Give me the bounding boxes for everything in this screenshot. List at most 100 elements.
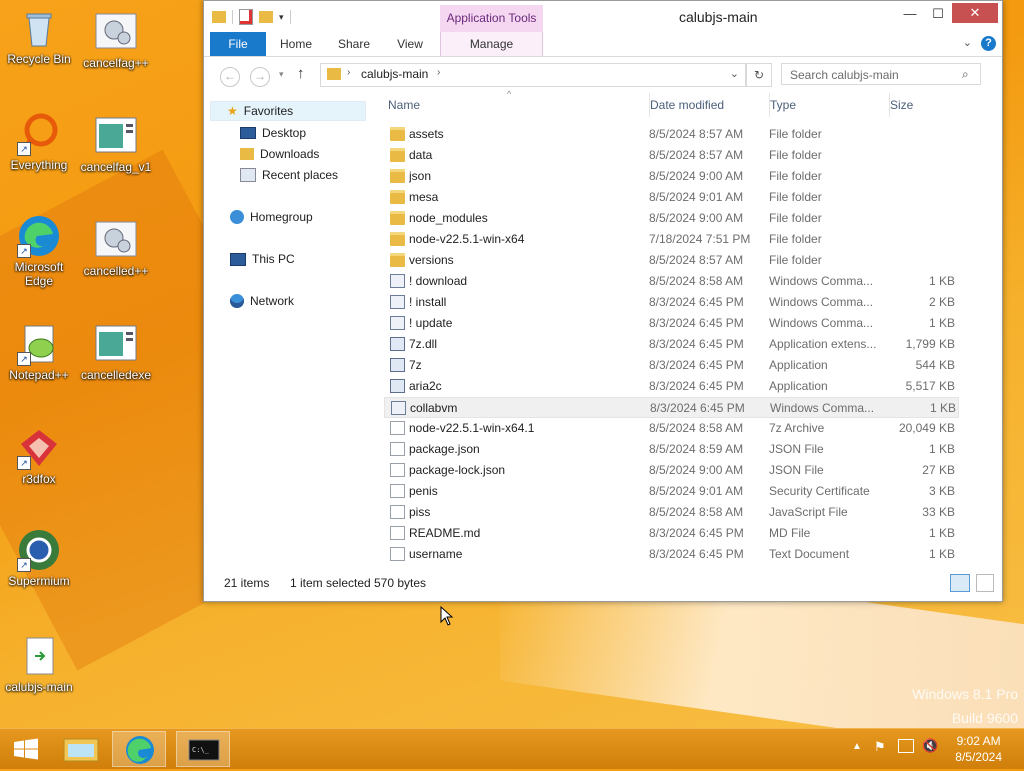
- cmd-icon: [390, 295, 405, 309]
- up-button[interactable]: ↑: [297, 65, 305, 82]
- chevron-down-icon[interactable]: ⌄: [730, 67, 739, 80]
- refresh-button[interactable]: ↻: [746, 63, 772, 87]
- desktop-icon-cancelledexe[interactable]: cancelledexe: [78, 322, 154, 382]
- expand-ribbon-icon[interactable]: ⌄: [963, 36, 972, 49]
- table-row[interactable]: ! download 8/5/2024 8:58 AM Windows Comma.…: [384, 271, 959, 292]
- desktop-icon-everything[interactable]: ↗ Everything: [1, 112, 77, 172]
- system-clock[interactable]: 9:02 AM 8/5/2024: [955, 733, 1002, 765]
- cmd-icon: [390, 274, 405, 288]
- start-button[interactable]: [0, 731, 54, 767]
- command-prompt-icon: C:\_: [188, 739, 220, 761]
- tab-file[interactable]: File: [210, 32, 266, 56]
- file-name: package-lock.json: [409, 463, 506, 477]
- tab-manage[interactable]: Manage: [440, 32, 543, 56]
- table-row[interactable]: versions 8/5/2024 8:57 AM File folder: [384, 250, 959, 271]
- table-row[interactable]: README.md 8/3/2024 6:45 PM MD File 1 KB: [384, 523, 959, 544]
- table-row[interactable]: ! update 8/3/2024 6:45 PM Windows Comma...…: [384, 313, 959, 334]
- file-name: mesa: [409, 190, 439, 204]
- desktop-icon-cancelfag-plus[interactable]: cancelfag++: [78, 10, 154, 70]
- nav-recent-places[interactable]: Recent places: [240, 165, 338, 185]
- shortcut-arrow-icon: ↗: [17, 558, 31, 572]
- recent-locations-icon[interactable]: ▾: [279, 69, 284, 80]
- table-row[interactable]: penis 8/5/2024 9:01 AM Security Certificat…: [384, 481, 959, 502]
- file-size: 1 KB: [928, 442, 955, 456]
- taskbar-file-explorer[interactable]: [54, 731, 108, 767]
- desktop-icon-cancelled-plus[interactable]: cancelled++: [78, 218, 154, 278]
- clock-time: 9:02 AM: [956, 734, 1001, 748]
- maximize-button[interactable]: ☐: [926, 4, 950, 24]
- action-center-flag-icon[interactable]: ⚑: [874, 739, 886, 755]
- taskbar-edge[interactable]: [112, 731, 166, 767]
- desktop-icon-calubjs-main[interactable]: calubjs-main: [1, 634, 77, 694]
- show-hidden-icons-icon[interactable]: ▲: [852, 741, 862, 752]
- desktop-icon-edge[interactable]: ↗ Microsoft Edge: [1, 214, 77, 288]
- title-bar[interactable]: ▾ Application Tools calubjs-main — ☐ ✕: [204, 1, 1002, 32]
- table-row[interactable]: ! install 8/3/2024 6:45 PM Windows Comma..…: [384, 292, 959, 313]
- search-input[interactable]: Search calubjs-main: [781, 63, 981, 85]
- new-folder-icon[interactable]: [259, 11, 273, 23]
- nav-favorites[interactable]: ★ Favorites: [210, 101, 366, 121]
- nav-this-pc[interactable]: This PC: [230, 249, 295, 269]
- column-header-date[interactable]: Date modified: [649, 93, 760, 117]
- nav-homegroup[interactable]: Homegroup: [230, 207, 313, 227]
- file-type: 7z Archive: [769, 421, 825, 435]
- table-row[interactable]: piss 8/5/2024 8:58 AM JavaScript File 33 KB: [384, 502, 959, 523]
- chevron-right-icon[interactable]: ›: [437, 67, 440, 78]
- file-type: File folder: [769, 169, 822, 183]
- desktop-icon-recycle-bin[interactable]: Recycle Bin: [1, 6, 77, 66]
- table-row[interactable]: data 8/5/2024 8:57 AM File folder: [384, 145, 959, 166]
- properties-icon[interactable]: [239, 9, 253, 25]
- table-row[interactable]: username 8/3/2024 6:45 PM Text Document 1 K…: [384, 544, 959, 565]
- file-date: 8/5/2024 8:57 AM: [649, 148, 744, 162]
- volume-muted-icon[interactable]: 🔇: [922, 738, 938, 754]
- file-date: 8/5/2024 8:59 AM: [649, 442, 744, 456]
- table-row[interactable]: package.json 8/5/2024 8:59 AM JSON File 1 K…: [384, 439, 959, 460]
- details-view-icon[interactable]: [950, 574, 970, 592]
- explorer-window[interactable]: ▾ Application Tools calubjs-main — ☐ ✕ F…: [203, 0, 1003, 602]
- nav-network[interactable]: Network: [230, 291, 294, 311]
- table-row[interactable]: 7z.dll 8/3/2024 6:45 PM Application extens…: [384, 334, 959, 355]
- tab-home[interactable]: Home: [274, 32, 318, 56]
- table-row[interactable]: aria2c 8/3/2024 6:45 PM Application 5,517 K…: [384, 376, 959, 397]
- tab-view[interactable]: View: [388, 32, 432, 56]
- network-tray-icon[interactable]: [898, 739, 914, 753]
- file-date: 8/5/2024 8:57 AM: [649, 253, 744, 267]
- column-header-name[interactable]: Name: [388, 93, 638, 117]
- column-header-type[interactable]: Type: [769, 93, 880, 117]
- file-explorer-icon: [63, 738, 99, 762]
- desktop-icon-r3dfox[interactable]: ↗ r3dfox: [1, 426, 77, 486]
- cmd-icon: [390, 316, 405, 330]
- table-row[interactable]: node-v22.5.1-win-x64.1 8/5/2024 8:58 AM 7z…: [384, 418, 959, 439]
- nav-downloads[interactable]: Downloads: [240, 144, 319, 164]
- back-button[interactable]: ←: [220, 67, 240, 87]
- column-header-size[interactable]: Size: [889, 93, 960, 117]
- nav-desktop[interactable]: Desktop: [240, 123, 306, 143]
- table-row[interactable]: package-lock.json 8/5/2024 9:00 AM JSON Fi…: [384, 460, 959, 481]
- table-row[interactable]: mesa 8/5/2024 9:01 AM File folder: [384, 187, 959, 208]
- chevron-down-icon[interactable]: ▾: [279, 12, 284, 23]
- close-button[interactable]: ✕: [952, 3, 998, 23]
- desktop-icon-cancelfag-v1[interactable]: cancelfag_v1: [78, 114, 154, 174]
- help-icon[interactable]: ?: [981, 36, 996, 51]
- table-row[interactable]: collabvm 8/3/2024 6:45 PM Windows Comma...…: [384, 397, 959, 418]
- os-watermark-build: Build 9600: [951, 710, 1018, 726]
- file-size: 3 KB: [928, 484, 955, 498]
- table-row[interactable]: json 8/5/2024 9:00 AM File folder: [384, 166, 959, 187]
- tab-share[interactable]: Share: [332, 32, 376, 56]
- table-row[interactable]: assets 8/5/2024 8:57 AM File folder: [384, 124, 959, 145]
- file-date: 8/5/2024 8:58 AM: [649, 505, 744, 519]
- table-row[interactable]: 7z 8/3/2024 6:45 PM Application 544 KB: [384, 355, 959, 376]
- table-row[interactable]: node_modules 8/5/2024 9:00 AM File folder: [384, 208, 959, 229]
- address-bar[interactable]: › calubjs-main › ⌄: [320, 63, 746, 87]
- address-crumb[interactable]: calubjs-main: [361, 67, 428, 81]
- file-date: 8/3/2024 6:45 PM: [649, 526, 744, 540]
- desktop-icon-supermium[interactable]: ↗ Supermium: [1, 528, 77, 588]
- desktop-icon-notepadpp[interactable]: ↗ Notepad++: [1, 322, 77, 382]
- forward-button[interactable]: →: [250, 67, 270, 87]
- minimize-button[interactable]: —: [900, 4, 920, 24]
- chevron-right-icon: ›: [347, 67, 351, 78]
- taskbar-command-prompt[interactable]: C:\_: [176, 731, 230, 767]
- large-icons-view-icon[interactable]: [976, 574, 994, 592]
- table-row[interactable]: node-v22.5.1-win-x64 7/18/2024 7:51 PM Fil…: [384, 229, 959, 250]
- file-date: 8/5/2024 8:57 AM: [649, 127, 744, 141]
